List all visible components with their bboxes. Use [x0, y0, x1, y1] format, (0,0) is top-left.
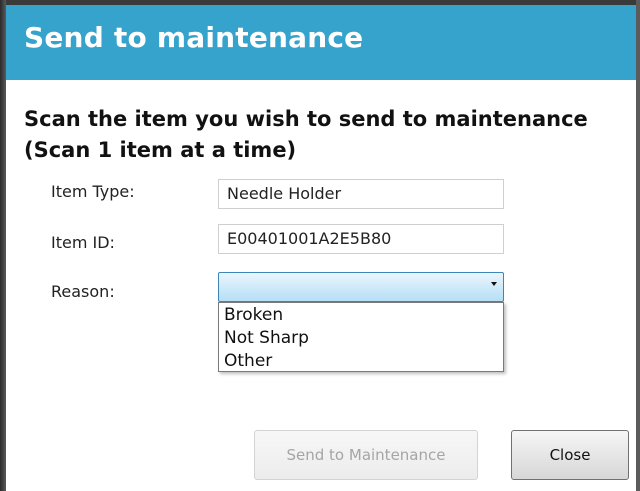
window-right-border [636, 0, 640, 491]
reason-option-other[interactable]: Other [219, 350, 503, 373]
instruction-line-2: (Scan 1 item at a time) [24, 138, 297, 162]
reason-label: Reason: [51, 282, 115, 301]
dialog-title: Send to maintenance [24, 21, 364, 54]
item-type-field[interactable]: Needle Holder [218, 179, 504, 209]
send-to-maintenance-button[interactable]: Send to Maintenance [254, 430, 478, 480]
chevron-down-icon[interactable] [491, 282, 497, 286]
instruction-line-1: Scan the item you wish to send to mainte… [24, 107, 588, 131]
item-type-label: Item Type: [51, 182, 135, 201]
reason-option-not-sharp[interactable]: Not Sharp [219, 327, 503, 350]
dialog-titlebar: Send to maintenance [6, 5, 636, 80]
send-to-maintenance-dialog: Send to maintenance Scan the item you wi… [0, 0, 640, 491]
close-button[interactable]: Close [511, 430, 629, 480]
reason-dropdown[interactable] [218, 272, 504, 302]
scan-instruction: Scan the item you wish to send to mainte… [24, 104, 624, 166]
reason-option-broken[interactable]: Broken [219, 304, 503, 327]
item-id-label: Item ID: [51, 233, 115, 252]
reason-options-list: Broken Not Sharp Other [218, 302, 504, 372]
item-id-field[interactable]: E00401001A2E5B80 [218, 224, 504, 254]
